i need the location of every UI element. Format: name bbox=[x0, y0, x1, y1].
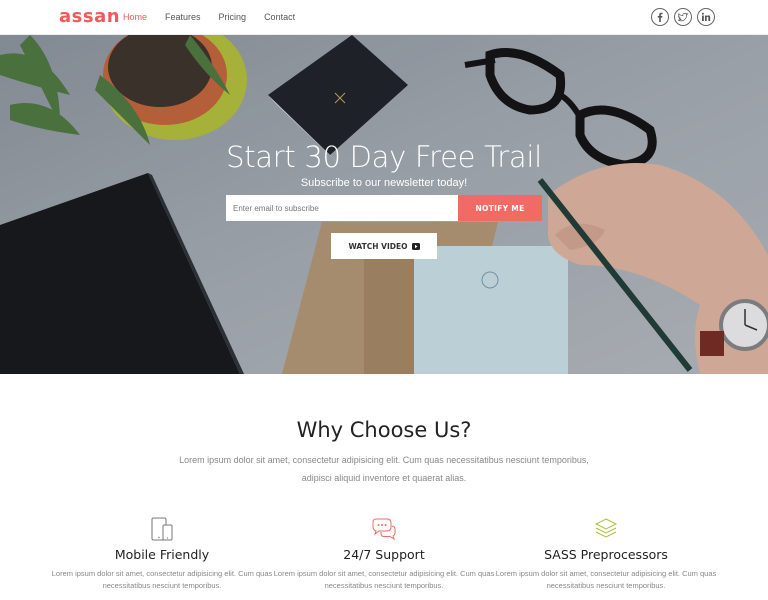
facebook-button[interactable] bbox=[651, 8, 669, 26]
nav-menu: Home Features Pricing Contact bbox=[123, 12, 313, 22]
hero-section: Start 30 Day Free Trail Subscribe to our… bbox=[0, 35, 768, 374]
subscribe-form: NOTIFY ME bbox=[226, 195, 542, 221]
logo[interactable]: assan bbox=[59, 6, 120, 27]
top-navbar: assan Home Features Pricing Contact bbox=[0, 0, 768, 35]
feature-sass: SASS Preprocessors Lorem ipsum dolor sit… bbox=[495, 516, 717, 592]
feature-support: 24/7 Support Lorem ipsum dolor sit amet,… bbox=[273, 516, 495, 592]
section-description: Lorem ipsum dolor sit amet, consectetur … bbox=[179, 455, 589, 483]
feature-text: Lorem ipsum dolor sit amet, consectetur … bbox=[51, 569, 273, 590]
feature-text: Lorem ipsum dolor sit amet, consectetur … bbox=[495, 569, 717, 590]
email-input[interactable] bbox=[226, 195, 458, 221]
feature-text: Lorem ipsum dolor sit amet, consectetur … bbox=[273, 569, 495, 590]
feature-title: SASS Preprocessors bbox=[544, 547, 668, 562]
social-links bbox=[651, 8, 715, 26]
tablet-icon bbox=[151, 517, 173, 541]
watch-video-button[interactable]: WATCH VIDEO bbox=[331, 233, 437, 259]
linkedin-button[interactable] bbox=[697, 8, 715, 26]
nav-link-contact[interactable]: Contact bbox=[264, 12, 295, 22]
twitter-icon bbox=[678, 12, 688, 22]
facebook-icon bbox=[657, 12, 663, 22]
watch-video-label: WATCH VIDEO bbox=[348, 241, 408, 251]
feature-title: Mobile Friendly bbox=[114, 547, 210, 562]
nav-link-pricing[interactable]: Pricing bbox=[219, 12, 247, 22]
nav-link-features[interactable]: Features bbox=[165, 12, 201, 22]
feature-mobile-friendly: Mobile Friendly Lorem ipsum dolor sit am… bbox=[51, 516, 273, 592]
hero-title: Start 30 Day Free Trail bbox=[226, 140, 542, 174]
notify-me-button[interactable]: NOTIFY ME bbox=[458, 195, 542, 221]
play-icon bbox=[411, 242, 420, 250]
section-title: Why Choose Us? bbox=[296, 418, 472, 442]
nav-link-home[interactable]: Home bbox=[123, 12, 147, 22]
feature-title: 24/7 Support bbox=[343, 547, 425, 562]
chat-icon bbox=[372, 518, 396, 541]
layers-icon bbox=[594, 518, 618, 538]
twitter-button[interactable] bbox=[674, 8, 692, 26]
linkedin-icon bbox=[701, 12, 711, 21]
hero-subtitle: Subscribe to our newsletter today! bbox=[300, 177, 468, 189]
